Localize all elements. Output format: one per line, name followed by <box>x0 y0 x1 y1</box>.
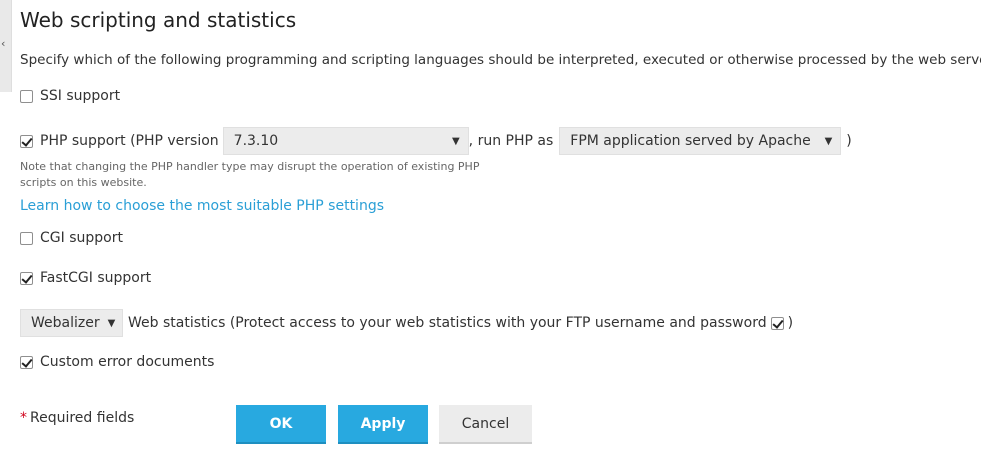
php-handler-note: Note that changing the PHP handler type … <box>20 160 480 189</box>
protect-statistics-checkbox[interactable] <box>770 316 784 330</box>
web-statistics-select[interactable]: Webalizer ▼ <box>20 309 123 337</box>
sidebar-collapse-toggle[interactable]: ‹ <box>0 0 12 92</box>
cgi-support-row: CGI support <box>20 230 123 246</box>
ssi-support-row: SSI support <box>20 88 120 104</box>
caret-down-icon: ▼ <box>451 135 460 147</box>
ok-button[interactable]: OK <box>236 405 326 444</box>
custom-error-documents-checkbox[interactable] <box>20 355 33 369</box>
fastcgi-support-label: FastCGI support <box>40 270 152 286</box>
web-statistics-label: Web statistics (Protect access to your w… <box>128 315 767 331</box>
caret-down-icon: ▼ <box>824 135 833 147</box>
ssi-support-label: SSI support <box>40 88 121 104</box>
required-fields-label: Required fields <box>30 410 135 426</box>
cgi-support-label: CGI support <box>40 230 123 246</box>
php-support-row: PHP support (PHP version 7.3.10 ▼ , run … <box>20 127 852 155</box>
php-handler-value: FPM application served by Apache <box>570 133 811 149</box>
web-statistics-close-paren: ) <box>787 315 794 331</box>
php-version-select[interactable]: 7.3.10 ▼ <box>222 127 469 155</box>
cancel-button[interactable]: Cancel <box>439 405 532 444</box>
php-handler-select[interactable]: FPM application served by Apache ▼ <box>559 127 842 155</box>
web-statistics-row: Webalizer ▼ Web statistics (Protect acce… <box>20 309 793 337</box>
custom-error-documents-label: Custom error documents <box>40 354 215 370</box>
php-support-label: PHP support (PHP version <box>40 133 219 149</box>
caret-down-icon: ▼ <box>107 317 116 329</box>
section-description: Specify which of the following programmi… <box>20 52 981 68</box>
section-title: Web scripting and statistics <box>20 8 297 32</box>
php-settings-help-link[interactable]: Learn how to choose the most suitable PH… <box>20 198 384 214</box>
run-php-as-label: , run PHP as <box>468 133 554 149</box>
cgi-support-checkbox[interactable] <box>20 231 33 245</box>
fastcgi-support-row: FastCGI support <box>20 270 151 286</box>
chevron-left-icon: ‹ <box>1 37 6 50</box>
required-fields-note: * Required fields <box>20 410 134 426</box>
web-statistics-value: Webalizer <box>31 315 100 331</box>
hosting-settings-page: ‹ Web scripting and statistics Specify w… <box>0 0 981 456</box>
fastcgi-support-checkbox[interactable] <box>20 271 33 285</box>
php-version-value: 7.3.10 <box>233 133 279 149</box>
custom-error-documents-row: Custom error documents <box>20 354 214 370</box>
ssi-support-checkbox[interactable] <box>20 89 33 103</box>
apply-button[interactable]: Apply <box>338 405 428 444</box>
php-close-paren: ) <box>846 133 852 149</box>
php-support-checkbox[interactable] <box>20 134 33 148</box>
required-star: * <box>20 410 27 426</box>
